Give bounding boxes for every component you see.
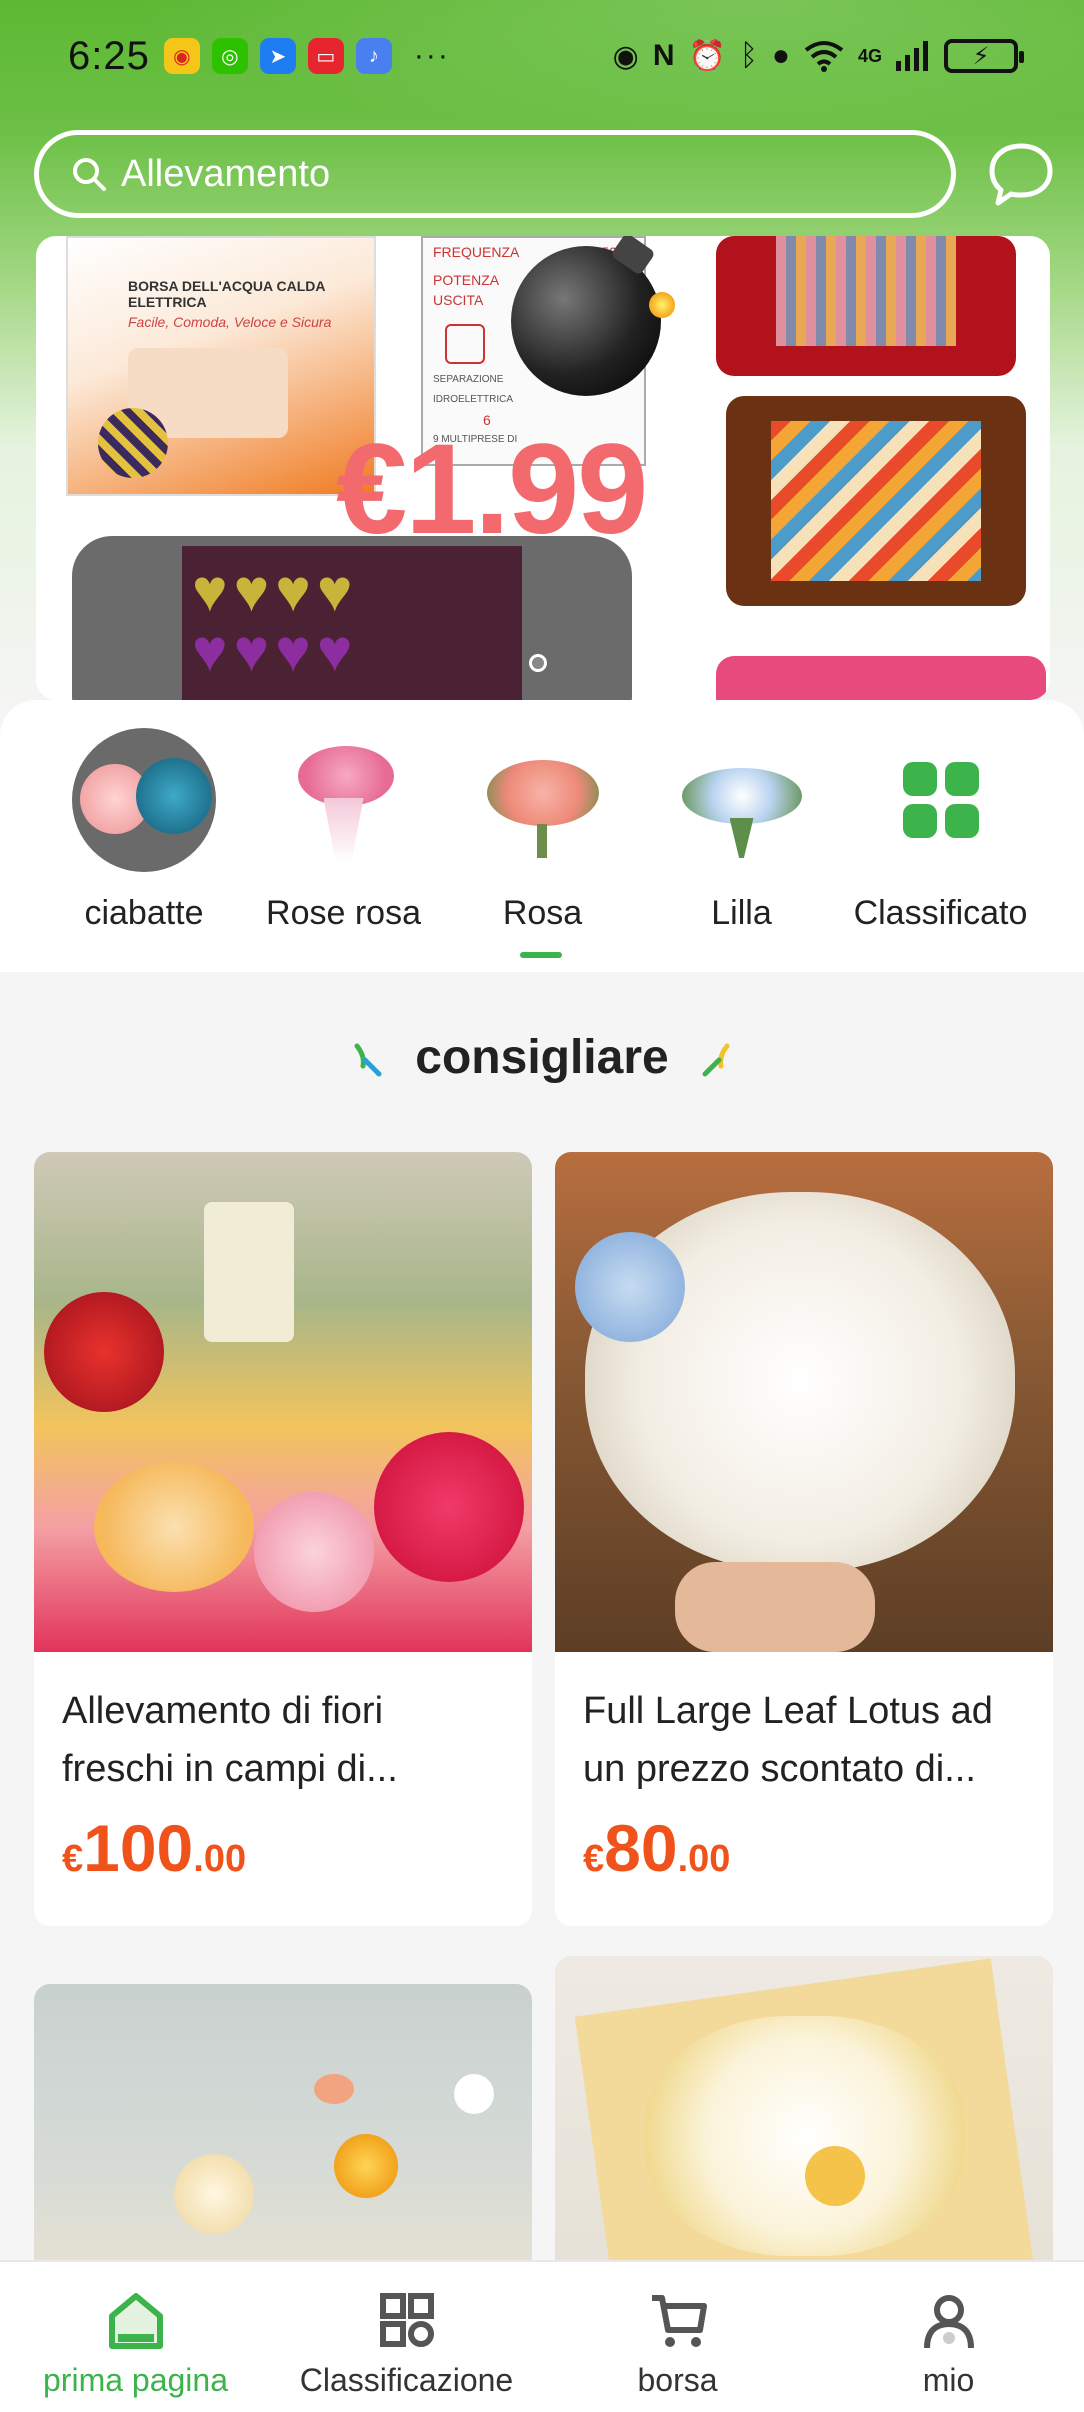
- section-title-text: consigliare: [415, 1031, 669, 1084]
- wechat-icon: ◎: [211, 38, 248, 74]
- product-photo: [34, 1984, 532, 2284]
- category-item-rose-rosa[interactable]: Rose rosa: [244, 728, 443, 933]
- search-icon: [73, 158, 106, 191]
- price-currency: €: [62, 1838, 84, 1880]
- grid-icon: [869, 728, 1013, 872]
- spec-line: POTENZA USCITA: [433, 272, 499, 308]
- bomb-icon: [511, 246, 675, 396]
- category-list: ciabatte Rose rosa Rosa Lilla Classifica…: [0, 728, 1084, 933]
- cart-icon: [651, 2295, 707, 2347]
- promo-banner[interactable]: BORSA DELL'ACQUA CALDA ELETTRICA Facile,…: [36, 236, 1050, 700]
- nav-item-classificazione[interactable]: Classificazione: [271, 2262, 542, 2412]
- price-currency: €: [583, 1838, 605, 1880]
- search-placeholder: Allevamento: [121, 152, 331, 195]
- status-bar: 6:25 ◉ ◎ ➤ ▭ ♪ ··· ◉ N ⏰ ᛒ ● 4G ⚡: [0, 0, 1084, 112]
- category-label: Rosa: [502, 894, 583, 932]
- chat-icon[interactable]: [986, 140, 1056, 210]
- section-title: consigliare: [0, 1030, 1084, 1085]
- category-label: Classificato: [853, 894, 1028, 932]
- battery-icon: ⚡: [944, 39, 1024, 73]
- category-item-lilla[interactable]: Lilla: [642, 728, 841, 933]
- price-decimal: .00: [193, 1838, 247, 1880]
- product-card[interactable]: [34, 1984, 532, 2284]
- price-integer: 80: [604, 1811, 678, 1885]
- weibo-icon: ◉: [163, 38, 200, 74]
- alarm-icon: ⏰: [688, 39, 726, 73]
- hearts-pattern: ♥♥♥♥: [192, 617, 359, 684]
- nav-label: Classificazione: [299, 2362, 514, 2398]
- nfc-icon: N: [652, 39, 675, 72]
- profile-icon: [923, 2295, 974, 2349]
- product-card[interactable]: Full Large Leaf Lotus ad un prezzo scont…: [555, 1152, 1053, 1926]
- eye-icon: ◉: [612, 39, 639, 73]
- category-panel: ciabatte Rose rosa Rosa Lilla Classifica…: [0, 700, 1084, 972]
- status-time: 6:25: [68, 33, 150, 78]
- category-icon: [379, 2293, 434, 2347]
- signal-icon: [896, 41, 928, 71]
- sparkle-icon: [354, 1043, 382, 1077]
- message-app-icon: ▭: [307, 38, 344, 74]
- category-label: ciabatte: [84, 894, 204, 932]
- system-icons: ◉ N ⏰ ᛒ ● 4G ⚡: [612, 39, 1024, 74]
- sparkle-icon: [702, 1043, 730, 1077]
- more-notifications-icon: ···: [413, 39, 450, 72]
- banner-price: €1.99: [336, 418, 648, 561]
- product-card[interactable]: Allevamento di fiori freschi in campi di…: [34, 1152, 532, 1926]
- nav-item-home[interactable]: prima pagina: [0, 2262, 271, 2412]
- bottom-navigation: prima pagina Classificazione borsa mio: [0, 2260, 1084, 2412]
- banner-indicator-dot: [529, 654, 547, 672]
- category-label: Lilla: [711, 894, 772, 932]
- home-icon: [108, 2293, 163, 2349]
- product-photo: [555, 1152, 1053, 1652]
- notification-icons: ◉ ◎ ➤ ▭ ♪ ···: [163, 38, 450, 74]
- spec-line: FREQUENZA: [433, 244, 520, 260]
- price-integer: 100: [83, 1811, 194, 1885]
- slippers-image: [72, 728, 216, 872]
- lilac-bouquet-image: [670, 728, 814, 872]
- banner-product-box-image: BORSA DELL'ACQUA CALDA ELETTRICA Facile,…: [66, 236, 376, 496]
- product-photo: [34, 1152, 532, 1652]
- banner-product-caption: BORSA DELL'ACQUA CALDA ELETTRICA: [128, 278, 325, 310]
- hearts-pattern: ♥♥♥♥: [192, 557, 359, 624]
- product-price: €80.00: [555, 1802, 1053, 1886]
- nav-label: borsa: [637, 2362, 718, 2398]
- wifi-icon: [804, 41, 844, 72]
- pink-rose-bouquet-image: [272, 728, 416, 872]
- product-price: €100.00: [34, 1802, 532, 1886]
- location-icon: ●: [771, 39, 790, 72]
- nav-label: prima pagina: [43, 2362, 228, 2398]
- search-input[interactable]: Allevamento: [34, 130, 956, 218]
- banner-pouch-image: [716, 236, 1016, 376]
- nav-item-mio[interactable]: mio: [813, 2262, 1084, 2412]
- network-type: 4G: [857, 45, 882, 66]
- spec-line: SEPARAZIONE IDROELETTRICA: [433, 374, 514, 405]
- product-card[interactable]: [555, 1956, 1053, 2286]
- category-item-classificato[interactable]: Classificato: [841, 728, 1040, 933]
- banner-pouch-image: [726, 396, 1026, 606]
- banner-pouch-image: [716, 656, 1046, 700]
- music-app-icon: ♪: [355, 38, 392, 74]
- category-selected-indicator: [520, 952, 562, 958]
- bluetooth-icon: ᛒ: [739, 39, 758, 72]
- telegram-icon: ➤: [259, 38, 296, 74]
- category-item-ciabatte[interactable]: ciabatte: [44, 728, 244, 933]
- category-item-rosa[interactable]: Rosa: [443, 728, 642, 933]
- category-label: Rose rosa: [266, 894, 421, 932]
- nav-item-borsa[interactable]: borsa: [542, 2262, 813, 2412]
- price-decimal: .00: [677, 1838, 731, 1880]
- nav-label: mio: [922, 2362, 975, 2398]
- banner-product-subcaption: Facile, Comoda, Veloce e Sicura: [128, 314, 332, 330]
- product-name: Full Large Leaf Lotus ad un prezzo scont…: [583, 1690, 993, 1790]
- product-photo: [555, 1956, 1053, 2286]
- rose-bouquet-image: [471, 728, 615, 872]
- product-name: Allevamento di fiori freschi in campi di…: [62, 1690, 398, 1790]
